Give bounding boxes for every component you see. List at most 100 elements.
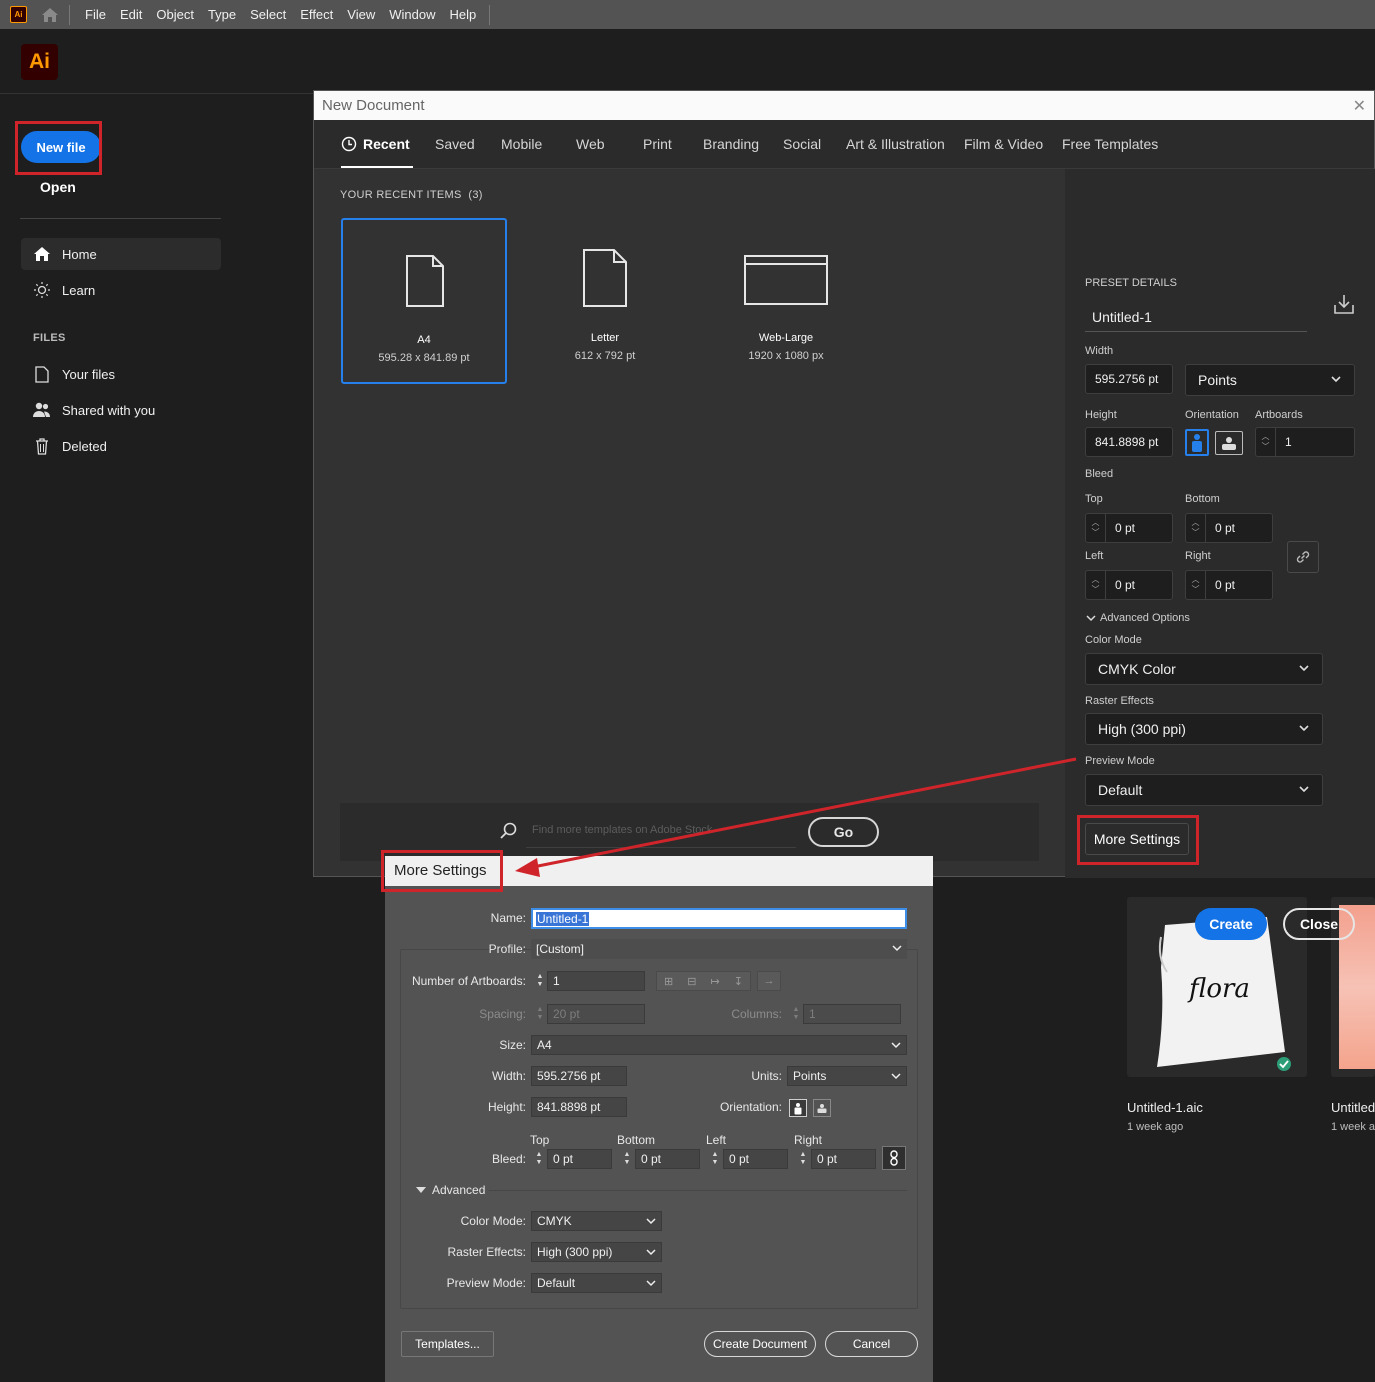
tab-free-templates[interactable]: Free Templates: [1062, 136, 1158, 152]
close-button[interactable]: Close: [1283, 908, 1355, 940]
create-button[interactable]: Create: [1195, 908, 1267, 940]
tab-web[interactable]: Web: [576, 136, 605, 152]
active-tab-indicator: [341, 166, 413, 168]
color-mode-dropdown[interactable]: CMYK: [531, 1211, 662, 1231]
tab-print[interactable]: Print: [643, 136, 672, 152]
sidebar-item-learn[interactable]: Learn: [21, 274, 221, 306]
color-mode-dropdown[interactable]: CMYK Color: [1085, 653, 1323, 685]
artboards-stepper[interactable]: ︿ ﹀: [1256, 427, 1276, 457]
portrait-orientation-button[interactable]: [789, 1099, 807, 1117]
arrange-by-column-icon[interactable]: ↧: [734, 975, 743, 988]
landscape-orientation-button[interactable]: [813, 1099, 831, 1117]
recent-preset-card[interactable]: Web-Large 1920 x 1080 px: [703, 218, 869, 384]
tab-saved[interactable]: Saved: [435, 136, 475, 152]
units-dropdown[interactable]: Points: [1185, 364, 1355, 396]
recent-file-date: 1 week ag: [1331, 1121, 1375, 1133]
cancel-button[interactable]: Cancel: [825, 1331, 918, 1357]
sidebar-item-deleted[interactable]: Deleted: [21, 430, 221, 462]
preview-mode-dropdown[interactable]: Default: [531, 1273, 662, 1293]
spacing-stepper[interactable]: ▲ ▼: [533, 1004, 547, 1024]
bleed-top-stepper[interactable]: ︿ ﹀: [1086, 513, 1106, 543]
bleed-left-stepper[interactable]: ▲ ▼: [708, 1149, 722, 1169]
link-bleed-button[interactable]: [1287, 541, 1319, 573]
recent-file-name[interactable]: Untitled: [1331, 1100, 1375, 1115]
artboards-stepper[interactable]: ▲ ▼: [533, 971, 547, 991]
portrait-icon: [1192, 433, 1202, 452]
link-bleed-button[interactable]: [882, 1146, 906, 1170]
arrange-by-row-icon[interactable]: ↦: [711, 975, 720, 988]
height-input[interactable]: 841.8898 pt: [1085, 427, 1173, 457]
grid-by-row-icon[interactable]: ⊞: [664, 975, 673, 988]
menu-edit[interactable]: Edit: [113, 7, 149, 22]
tab-branding[interactable]: Branding: [703, 136, 759, 152]
open-button[interactable]: Open: [40, 179, 76, 195]
tab-social[interactable]: Social: [783, 136, 821, 152]
size-dropdown[interactable]: A4: [531, 1035, 907, 1055]
recent-preset-card[interactable]: A4 595.28 x 841.89 pt: [341, 218, 507, 384]
bleed-top-stepper[interactable]: ▲ ▼: [532, 1149, 546, 1169]
menu-window[interactable]: Window: [382, 7, 442, 22]
height-label: Height:: [487, 1100, 526, 1114]
menu-file[interactable]: File: [78, 7, 113, 22]
menu-effect[interactable]: Effect: [293, 7, 340, 22]
preview-mode-dropdown[interactable]: Default: [1085, 774, 1323, 806]
menu-view[interactable]: View: [340, 7, 382, 22]
name-input[interactable]: Untitled-1: [531, 908, 907, 929]
bleed-bottom-stepper[interactable]: ︿ ﹀: [1186, 513, 1206, 543]
tab-film-video[interactable]: Film & Video: [964, 136, 1043, 152]
recent-preset-card[interactable]: Letter 612 x 792 pt: [522, 218, 688, 384]
preset-name: Letter: [590, 332, 620, 344]
search-input[interactable]: Find more templates on Adobe Stock: [532, 824, 712, 836]
menu-object[interactable]: Object: [149, 7, 201, 22]
units-dropdown[interactable]: Points: [787, 1066, 907, 1086]
close-icon[interactable]: ✕: [1353, 96, 1366, 116]
tab-mobile[interactable]: Mobile: [501, 136, 542, 152]
go-button[interactable]: Go: [808, 817, 879, 847]
bleed-bottom-stepper[interactable]: ▲ ▼: [620, 1149, 634, 1169]
menu-select[interactable]: Select: [243, 7, 293, 22]
preview-mode-label: Preview Mode:: [446, 1276, 526, 1290]
bleed-right-input[interactable]: 0 pt: [811, 1149, 876, 1169]
recent-file-name[interactable]: Untitled-1.aic: [1127, 1100, 1203, 1115]
width-input[interactable]: 595.2756 pt: [531, 1066, 627, 1086]
advanced-options-toggle[interactable]: Advanced Options: [1085, 612, 1190, 624]
bleed-right-stepper[interactable]: ▲ ▼: [796, 1149, 810, 1169]
tab-recent[interactable]: Recent: [341, 136, 410, 152]
artboard-layout-buttons[interactable]: ⊞ ⊟ ↦ ↧: [656, 971, 751, 991]
sidebar-item-your-files[interactable]: Your files: [21, 358, 221, 390]
sidebar-item-shared[interactable]: Shared with you: [21, 394, 221, 426]
home-icon[interactable]: [39, 4, 61, 26]
change-to-rtl-icon[interactable]: →: [757, 971, 781, 991]
bleed-left-label: Left: [1085, 550, 1104, 562]
advanced-toggle[interactable]: Advanced: [415, 1183, 485, 1197]
save-preset-icon[interactable]: [1333, 293, 1355, 315]
triangle-down-icon: [416, 1187, 426, 1193]
create-document-button[interactable]: Create Document: [704, 1331, 816, 1357]
bleed-bottom-input[interactable]: 0 pt: [635, 1149, 700, 1169]
profile-dropdown[interactable]: [Custom]: [531, 939, 907, 959]
raster-effects-dropdown[interactable]: High (300 ppi): [1085, 713, 1323, 745]
columns-input[interactable]: 1: [803, 1004, 901, 1024]
artboards-input[interactable]: 1: [547, 971, 645, 991]
portrait-orientation-button[interactable]: [1185, 429, 1209, 456]
columns-stepper[interactable]: ▲ ▼: [789, 1004, 803, 1024]
bleed-right-stepper[interactable]: ︿ ﹀: [1186, 570, 1206, 600]
raster-effects-dropdown[interactable]: High (300 ppi): [531, 1242, 662, 1262]
grid-by-column-icon[interactable]: ⊟: [687, 975, 696, 988]
bleed-left-stepper[interactable]: ︿ ﹀: [1086, 570, 1106, 600]
templates-button[interactable]: Templates...: [401, 1331, 494, 1357]
tab-art-illustration[interactable]: Art & Illustration: [846, 136, 945, 152]
bleed-left-input[interactable]: 0 pt: [723, 1149, 788, 1169]
landscape-orientation-button[interactable]: [1215, 431, 1243, 455]
chevron-down-icon: [1086, 615, 1096, 622]
divider: [0, 93, 313, 94]
document-icon: [406, 255, 444, 307]
menu-type[interactable]: Type: [201, 7, 243, 22]
sidebar-item-home[interactable]: Home: [21, 238, 221, 270]
bleed-top-input[interactable]: 0 pt: [547, 1149, 612, 1169]
width-input[interactable]: 595.2756 pt: [1085, 364, 1173, 394]
spacing-input[interactable]: 20 pt: [547, 1004, 645, 1024]
preset-name-input[interactable]: Untitled-1: [1085, 304, 1307, 332]
height-input[interactable]: 841.8898 pt: [531, 1097, 627, 1117]
menu-help[interactable]: Help: [442, 7, 483, 22]
